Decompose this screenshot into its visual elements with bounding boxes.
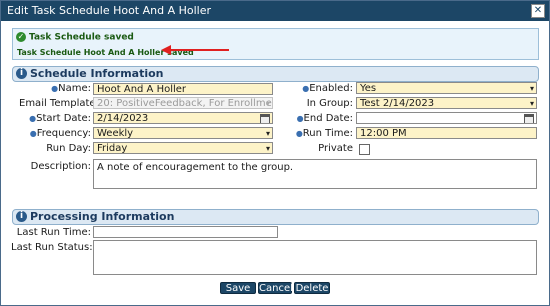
description-label: Description: <box>30 161 91 172</box>
end-date-input[interactable] <box>356 112 537 124</box>
chevron-down-icon: ▾ <box>529 84 534 93</box>
cancel-button[interactable]: Cancel <box>258 282 293 294</box>
processing-information-header[interactable]: i Processing Information <box>12 209 539 225</box>
last-run-status-textarea[interactable] <box>93 240 537 275</box>
info-icon: i <box>16 68 27 79</box>
check-icon: ✓ <box>16 32 26 42</box>
email-template-select: 20: PositiveFeedback, For Enrollments ▾ <box>93 97 273 109</box>
private-label: Private <box>318 143 353 154</box>
run-day-select[interactable]: Friday ▾ <box>93 142 273 154</box>
run-time-input[interactable]: 12:00 PM <box>356 127 537 139</box>
run-day-label: Run Day: <box>46 143 91 154</box>
schedule-information-title: Schedule Information <box>30 67 164 80</box>
last-run-time-field[interactable] <box>93 226 278 238</box>
last-run-time-label: Last Run Time: <box>16 227 91 238</box>
enabled-label: ●Enabled: <box>302 83 353 94</box>
chevron-down-icon: ▾ <box>529 99 534 108</box>
frequency-select[interactable]: Weekly ▾ <box>93 127 273 139</box>
chevron-down-icon: ▾ <box>265 144 270 153</box>
edit-task-schedule-dialog: Edit Task Schedule Hoot And A Holler ✕ ✓… <box>0 0 550 306</box>
info-icon: i <box>16 211 27 222</box>
in-group-select[interactable]: Test 2/14/2023 ▾ <box>356 97 537 109</box>
close-icon[interactable]: ✕ <box>531 4 545 18</box>
saved-header: ✓ Task Schedule saved <box>16 32 134 43</box>
processing-information-title: Processing Information <box>30 210 175 223</box>
success-message-box: ✓ Task Schedule saved Task Schedule Hoot … <box>12 28 539 60</box>
calendar-icon[interactable] <box>260 114 270 123</box>
private-checkbox[interactable] <box>359 144 370 155</box>
description-textarea[interactable]: A note of encouragement to the group. <box>93 159 537 189</box>
start-date-input[interactable]: 2/14/2023 <box>93 112 273 124</box>
schedule-information-header[interactable]: i Schedule Information <box>12 66 539 82</box>
chevron-down-icon: ▾ <box>265 129 270 138</box>
start-date-label: ●Start Date: <box>29 113 91 124</box>
enabled-select[interactable]: Yes ▾ <box>356 82 537 94</box>
end-date-label: ●End Date: <box>296 113 353 124</box>
arrow-annotation-icon <box>161 45 229 55</box>
title-bar[interactable]: Edit Task Schedule Hoot And A Holler ✕ <box>1 1 549 21</box>
name-label: ●Name: <box>51 83 91 94</box>
save-button[interactable]: Save <box>220 282 256 294</box>
delete-button[interactable]: Delete <box>294 282 330 294</box>
last-run-status-label: Last Run Status: <box>11 242 93 253</box>
saved-header-text: Task Schedule saved <box>29 32 134 43</box>
frequency-label: ●Frequency: <box>29 128 91 139</box>
calendar-icon[interactable] <box>524 114 534 123</box>
in-group-label: In Group: <box>306 98 353 109</box>
email-template-label: Email Template: <box>19 98 99 109</box>
name-input[interactable]: Hoot And A Holler <box>93 83 273 95</box>
dialog-title: Edit Task Schedule Hoot And A Holler <box>7 4 212 17</box>
run-time-label: ●Run Time: <box>295 128 353 139</box>
chevron-down-icon: ▾ <box>265 99 270 108</box>
